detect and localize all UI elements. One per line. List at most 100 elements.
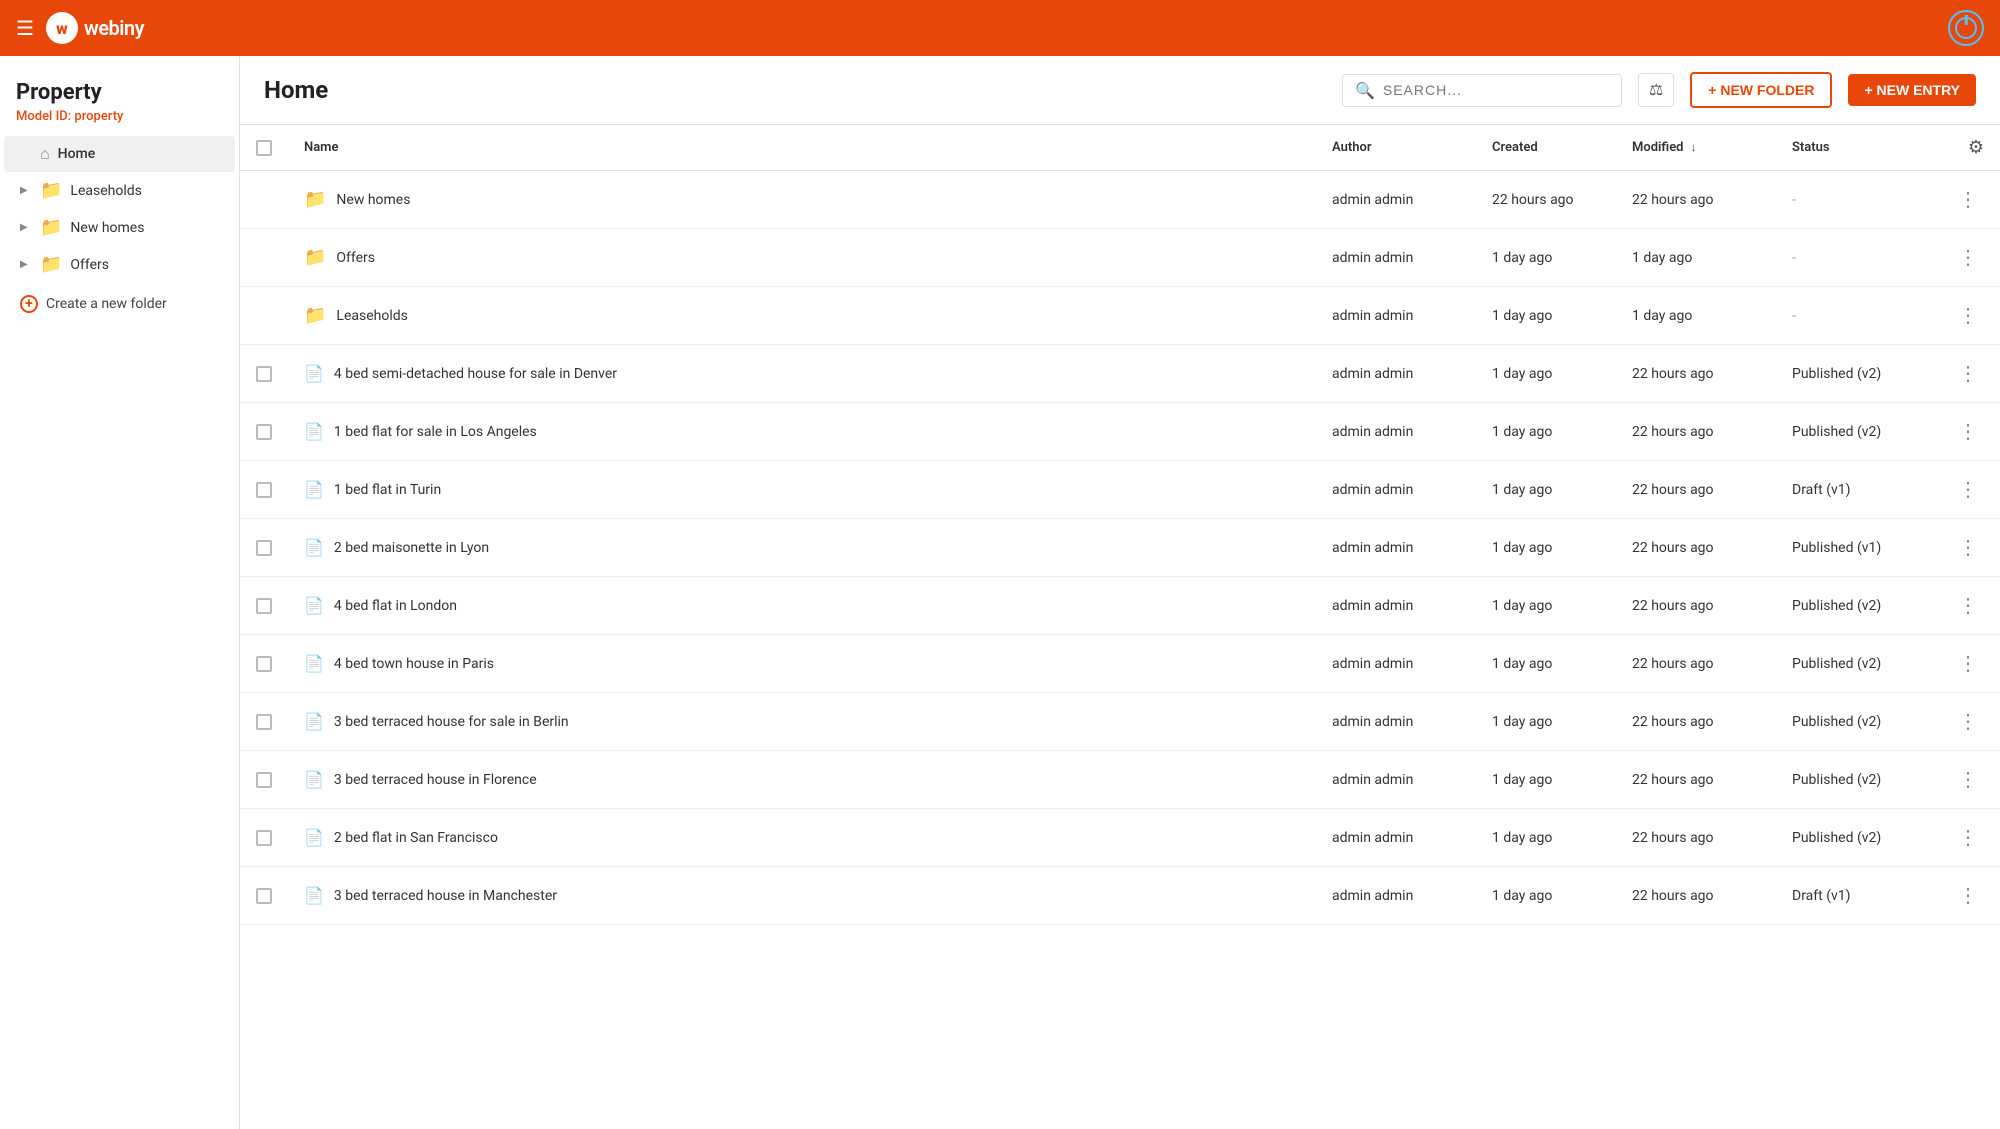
row-actions-cell: ⋮ [1936, 287, 2000, 345]
row-checkbox[interactable] [256, 424, 272, 440]
document-icon: 📄 [304, 596, 324, 615]
power-button[interactable] [1948, 10, 1984, 46]
row-action-menu-button[interactable]: ⋮ [1952, 823, 1984, 852]
sidebar-item-home[interactable]: ⌂ Home [4, 136, 235, 172]
sidebar-item-offers[interactable]: ▶ 📁 Offers [4, 246, 235, 283]
row-modified-cell: 22 hours ago [1616, 635, 1776, 693]
entry-name: 2 bed flat in San Francisco [334, 830, 498, 846]
row-checkbox[interactable] [256, 772, 272, 788]
search-icon: 🔍 [1355, 81, 1375, 100]
row-author-cell: admin admin [1316, 287, 1476, 345]
col-header-created[interactable]: Created [1476, 125, 1616, 171]
sidebar-item-leaseholds[interactable]: ▶ 📁 Leaseholds [4, 172, 235, 209]
row-action-menu-button[interactable]: ⋮ [1952, 417, 1984, 446]
document-icon: 📄 [304, 712, 324, 731]
row-action-menu-button[interactable]: ⋮ [1952, 301, 1984, 330]
col-header-status[interactable]: Status [1776, 125, 1936, 171]
row-checkbox[interactable] [256, 598, 272, 614]
row-modified-cell: 1 day ago [1616, 229, 1776, 287]
search-input[interactable] [1383, 82, 1609, 98]
row-action-menu-button[interactable]: ⋮ [1952, 533, 1984, 562]
row-action-menu-button[interactable]: ⋮ [1952, 881, 1984, 910]
row-status-cell: - [1776, 229, 1936, 287]
col-header-name[interactable]: Name [288, 125, 1316, 171]
table-row: 📄 3 bed terraced house in Manchester adm… [240, 867, 2000, 925]
row-action-menu-button[interactable]: ⋮ [1952, 707, 1984, 736]
new-entry-button[interactable]: + NEW ENTRY [1848, 74, 1976, 106]
page-title: Home [264, 76, 1326, 104]
col-header-modified[interactable]: Modified ↓ [1616, 125, 1776, 171]
home-icon: ⌂ [40, 144, 50, 164]
row-action-menu-button[interactable]: ⋮ [1952, 185, 1984, 214]
row-status-cell: Published (v2) [1776, 403, 1936, 461]
entry-name: 4 bed town house in Paris [334, 656, 494, 672]
document-icon: 📄 [304, 538, 324, 557]
table-row: 📄 4 bed flat in London admin admin 1 day… [240, 577, 2000, 635]
row-status-cell: Draft (v1) [1776, 867, 1936, 925]
power-icon [1955, 17, 1977, 39]
row-checkbox-cell [240, 519, 288, 577]
row-name-cell: 📁 Leaseholds [288, 287, 1316, 345]
new-folder-button[interactable]: + NEW FOLDER [1690, 72, 1832, 108]
row-author-cell: admin admin [1316, 229, 1476, 287]
logo: w webiny [46, 12, 144, 44]
row-checkbox[interactable] [256, 656, 272, 672]
row-name-cell: 📄 2 bed maisonette in Lyon [288, 519, 1316, 577]
row-checkbox-cell [240, 577, 288, 635]
row-author-cell: admin admin [1316, 461, 1476, 519]
row-created-cell: 1 day ago [1476, 751, 1616, 809]
sidebar-item-label: Offers [70, 257, 109, 273]
row-actions-cell: ⋮ [1936, 403, 2000, 461]
main-layout: Property Model ID: property ⌂ Home ▶ 📁 L… [0, 56, 2000, 1129]
filter-button[interactable]: ⚖ [1638, 73, 1674, 107]
content-header: Home 🔍 ⚖ + NEW FOLDER + NEW ENTRY [240, 56, 2000, 125]
row-checkbox[interactable] [256, 482, 272, 498]
select-all-checkbox[interactable] [256, 140, 272, 156]
row-action-menu-button[interactable]: ⋮ [1952, 765, 1984, 794]
row-action-menu-button[interactable]: ⋮ [1952, 475, 1984, 504]
search-box: 🔍 [1342, 74, 1622, 107]
col-header-settings: ⚙ [1936, 125, 2000, 171]
table-row: 📄 3 bed terraced house in Florence admin… [240, 751, 2000, 809]
row-checkbox[interactable] [256, 366, 272, 382]
row-checkbox-cell [240, 635, 288, 693]
row-checkbox[interactable] [256, 888, 272, 904]
entry-name: 2 bed maisonette in Lyon [334, 540, 489, 556]
row-checkbox[interactable] [256, 714, 272, 730]
row-checkbox[interactable] [256, 830, 272, 846]
row-status-cell: Published (v2) [1776, 577, 1936, 635]
create-new-folder-button[interactable]: + Create a new folder [4, 287, 235, 321]
sort-arrow-icon: ↓ [1691, 141, 1697, 154]
row-created-cell: 1 day ago [1476, 345, 1616, 403]
settings-icon[interactable]: ⚙ [1968, 137, 1984, 158]
row-checkbox-cell [240, 229, 288, 287]
row-checkbox-cell [240, 693, 288, 751]
document-icon: 📄 [304, 480, 324, 499]
row-created-cell: 1 day ago [1476, 635, 1616, 693]
row-created-cell: 1 day ago [1476, 693, 1616, 751]
folder-icon: 📁 [304, 247, 326, 268]
sidebar-item-label: Home [58, 146, 96, 162]
model-label: Model ID: [16, 109, 71, 124]
row-checkbox-cell [240, 751, 288, 809]
folder-icon: 📁 [304, 189, 326, 210]
row-checkbox[interactable] [256, 540, 272, 556]
hamburger-menu[interactable]: ☰ [16, 16, 34, 40]
row-created-cell: 1 day ago [1476, 287, 1616, 345]
row-action-menu-button[interactable]: ⋮ [1952, 359, 1984, 388]
row-action-menu-button[interactable]: ⋮ [1952, 591, 1984, 620]
select-all-header [240, 125, 288, 171]
col-header-author[interactable]: Author [1316, 125, 1476, 171]
row-actions-cell: ⋮ [1936, 809, 2000, 867]
row-status-cell: Published (v2) [1776, 751, 1936, 809]
sidebar: Property Model ID: property ⌂ Home ▶ 📁 L… [0, 56, 240, 1129]
row-action-menu-button[interactable]: ⋮ [1952, 649, 1984, 678]
row-action-menu-button[interactable]: ⋮ [1952, 243, 1984, 272]
logo-text: webiny [84, 16, 144, 40]
row-actions-cell: ⋮ [1936, 635, 2000, 693]
row-actions-cell: ⋮ [1936, 751, 2000, 809]
row-author-cell: admin admin [1316, 635, 1476, 693]
sidebar-item-new-homes[interactable]: ▶ 📁 New homes [4, 209, 235, 246]
row-checkbox-cell [240, 345, 288, 403]
row-modified-cell: 22 hours ago [1616, 345, 1776, 403]
